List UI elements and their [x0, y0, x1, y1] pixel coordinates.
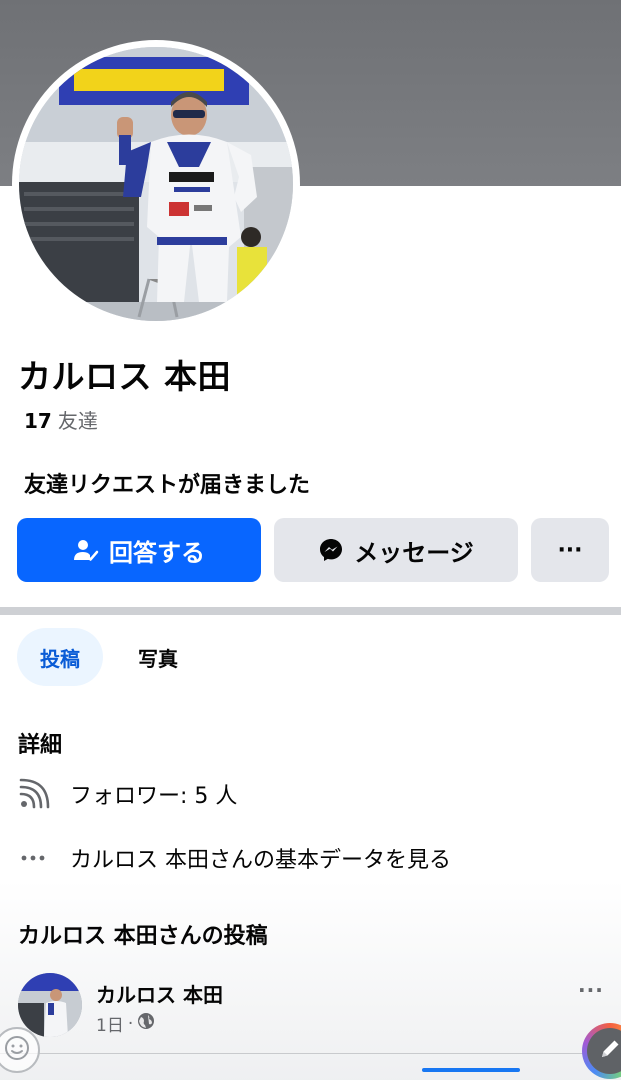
- pencil-icon: [597, 1036, 621, 1066]
- globe-icon: [137, 1012, 155, 1035]
- emoji-icon: [4, 1035, 30, 1065]
- profile-name: カルロス 本田: [18, 357, 231, 396]
- edit-floating-button[interactable]: [582, 1023, 621, 1079]
- profile-picture[interactable]: [12, 40, 300, 328]
- followers-text: フォロワー: 5 人: [70, 784, 238, 809]
- profile-photo-illustration: [19, 47, 293, 321]
- more-options-label: ···: [557, 537, 583, 563]
- respond-button[interactable]: 回答する: [17, 518, 261, 582]
- message-button[interactable]: メッセージ: [274, 518, 518, 582]
- tab-posts[interactable]: 投稿: [17, 628, 103, 686]
- messenger-icon: [318, 537, 344, 563]
- post-more-button[interactable]: ···: [578, 978, 604, 1002]
- post-author-name[interactable]: カルロス 本田: [96, 979, 223, 1008]
- edit-button-inner: [587, 1028, 621, 1074]
- dots-icon: [18, 842, 50, 874]
- friends-label: 友達: [57, 409, 98, 433]
- tab-photos-label: 写真: [138, 646, 178, 671]
- respond-button-label: 回答する: [109, 538, 205, 567]
- post-avatar-illustration: [18, 973, 82, 1037]
- friend-request-notice: 友達リクエストが届きました: [24, 473, 311, 498]
- tab-posts-label: 投稿: [40, 646, 80, 671]
- basic-info-text: カルロス 本田さんの基本データを見る: [70, 848, 451, 873]
- section-divider: [0, 607, 621, 615]
- more-options-button[interactable]: ···: [531, 518, 609, 582]
- friends-count-number: 17: [24, 409, 52, 433]
- person-check-icon: [73, 537, 99, 563]
- post-meta: 1日 ·: [96, 1011, 155, 1036]
- rss-icon: [18, 778, 50, 810]
- basic-info-row[interactable]: カルロス 本田さんの基本データを見る: [18, 842, 451, 874]
- scroll-indicator: [422, 1068, 520, 1072]
- posts-heading: カルロス 本田さんの投稿: [18, 924, 268, 949]
- bottom-overlay-fade: [0, 880, 621, 1080]
- profile-photo-image: [19, 47, 293, 321]
- message-button-label: メッセージ: [354, 538, 474, 567]
- post-time[interactable]: 1日: [96, 1011, 124, 1036]
- details-heading: 詳細: [18, 733, 63, 758]
- tab-photos[interactable]: 写真: [117, 628, 199, 686]
- emoji-button[interactable]: [0, 1027, 40, 1073]
- post-meta-separator: ·: [127, 1013, 134, 1034]
- followers-row[interactable]: フォロワー: 5 人: [18, 778, 237, 810]
- friends-count[interactable]: 17 友達: [24, 405, 98, 434]
- post-author-avatar[interactable]: [18, 973, 82, 1037]
- bottom-separator-line: [0, 1053, 621, 1054]
